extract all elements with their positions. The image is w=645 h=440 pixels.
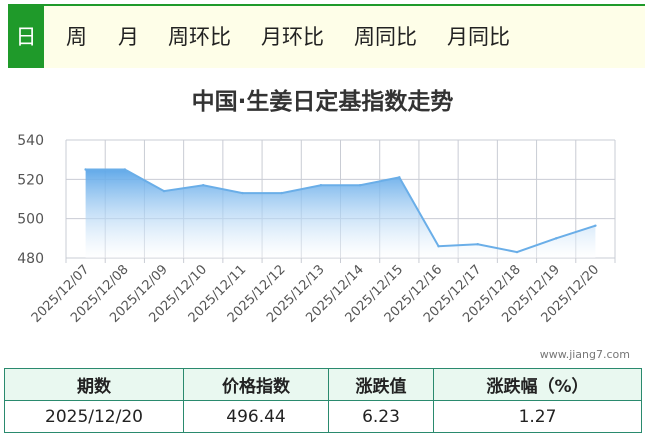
tab-month-on-month[interactable]: 月环比 (261, 6, 324, 68)
index-trend-chart: 480500520540 2025/12/072025/12/082025/12… (17, 133, 630, 361)
cell-change-value: 6.23 (328, 400, 434, 433)
data-point (202, 184, 205, 187)
period-tab-bar: 日 周 月 周环比 月环比 周同比 月同比 (0, 0, 645, 70)
data-point (280, 191, 283, 195)
cell-period: 2025/12/20 (4, 400, 184, 433)
header-price-index: 价格指数 (183, 368, 329, 401)
header-period: 期数 (4, 368, 184, 401)
data-point (358, 184, 362, 187)
tab-strip: 日 周 月 周环比 月环比 周同比 月同比 (8, 4, 645, 68)
data-point (162, 189, 166, 193)
data-point (437, 245, 440, 248)
data-point (594, 224, 597, 227)
tab-week-year-on-year[interactable]: 周同比 (354, 6, 417, 68)
table-row: 2025/12/20 496.44 6.23 1.27 (4, 400, 642, 433)
y-tick-label: 540 (17, 133, 44, 149)
tab-day[interactable]: 日 (8, 6, 44, 68)
y-tick-label: 500 (17, 212, 44, 228)
cell-change-percent: 1.27 (433, 400, 642, 433)
tab-month[interactable]: 月 (118, 6, 139, 68)
y-tick-label: 480 (17, 251, 44, 267)
tab-week[interactable]: 周 (66, 6, 87, 68)
tab-month-year-on-year[interactable]: 月同比 (447, 6, 510, 68)
header-change-percent: 涨跌幅（%） (433, 368, 642, 401)
watermark-text: www.jiang7.com (540, 348, 630, 361)
data-point (398, 176, 401, 179)
header-change-value: 涨跌值 (328, 368, 434, 401)
chart-title: 中国·生姜日定基指数走势 (191, 89, 454, 115)
table-header-row: 期数 价格指数 涨跌值 涨跌幅（%） (4, 368, 642, 401)
data-point (84, 168, 87, 171)
data-point (476, 243, 479, 246)
data-point (554, 237, 558, 240)
data-point (123, 168, 127, 171)
y-tick-label: 520 (17, 172, 44, 188)
cell-price-index: 496.44 (183, 400, 329, 433)
data-point (241, 191, 244, 195)
data-point (515, 250, 519, 254)
data-point (319, 184, 323, 187)
tab-week-on-week[interactable]: 周环比 (168, 6, 231, 68)
index-summary-table: 期数 价格指数 涨跌值 涨跌幅（%） 2025/12/20 496.44 6.2… (4, 368, 642, 433)
